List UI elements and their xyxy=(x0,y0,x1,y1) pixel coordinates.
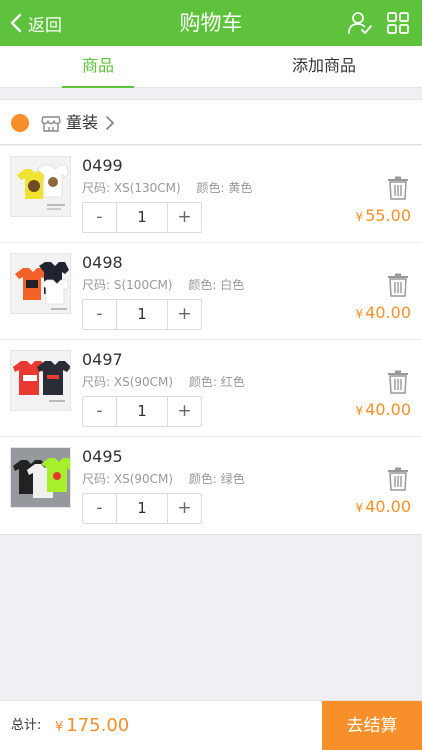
color-value: 白色 xyxy=(220,278,245,292)
currency-symbol: ¥ xyxy=(355,210,364,224)
back-label: 返回 xyxy=(28,15,62,36)
size-value: S(100CM) xyxy=(113,278,173,292)
item-price: ¥55.00 xyxy=(356,206,411,225)
size-label: 尺码: xyxy=(82,375,111,389)
total-amount: ¥175.00 xyxy=(55,701,129,750)
price-value: 40.00 xyxy=(365,303,411,322)
color-label: 颜色: xyxy=(196,181,225,195)
product-spec: 尺码: S(100CM) 颜色: 白色 xyxy=(82,276,244,293)
price-value: 40.00 xyxy=(365,400,411,419)
tab-products[interactable]: 商品 xyxy=(0,46,196,88)
decrease-quantity-button[interactable]: - xyxy=(83,300,116,329)
trash-icon[interactable] xyxy=(387,176,409,200)
increase-quantity-button[interactable]: + xyxy=(168,494,201,523)
back-button[interactable]: 返回 xyxy=(6,0,62,46)
product-sku: 0497 xyxy=(82,350,123,369)
product-sku: 0499 xyxy=(82,156,123,175)
item-price: ¥40.00 xyxy=(356,303,411,322)
decrease-quantity-button[interactable]: - xyxy=(83,494,116,523)
trash-icon[interactable] xyxy=(387,273,409,297)
chevron-left-icon xyxy=(6,13,26,33)
product-sku: 0495 xyxy=(82,447,123,466)
size-value: XS(90CM) xyxy=(113,472,174,486)
color-value: 黄色 xyxy=(228,181,253,195)
shop-select-radio[interactable] xyxy=(11,114,29,132)
size-value: XS(90CM) xyxy=(113,375,174,389)
user-check-icon[interactable] xyxy=(347,10,373,36)
size-value: XS(130CM) xyxy=(113,181,181,195)
checkout-button[interactable]: 去结算 xyxy=(322,701,422,750)
cart-item: 0498 尺码: S(100CM) 颜色: 白色 - 1 + ¥40.00 xyxy=(0,243,422,340)
trash-icon[interactable] xyxy=(387,467,409,491)
quantity-value[interactable]: 1 xyxy=(116,494,168,523)
currency-symbol: ¥ xyxy=(55,720,64,735)
increase-quantity-button[interactable]: + xyxy=(168,397,201,426)
trash-icon[interactable] xyxy=(387,370,409,394)
item-price: ¥40.00 xyxy=(356,497,411,516)
quantity-stepper: - 1 + xyxy=(82,202,202,233)
shop-row: 童装 xyxy=(0,99,422,145)
tab-products-label: 商品 xyxy=(81,56,114,75)
quantity-value[interactable]: 1 xyxy=(116,300,168,329)
color-label: 颜色: xyxy=(188,375,217,389)
increase-quantity-button[interactable]: + xyxy=(168,300,201,329)
total-label: 总计: xyxy=(11,718,42,733)
decrease-quantity-button[interactable]: - xyxy=(83,397,116,426)
color-label: 颜色: xyxy=(188,472,217,486)
product-thumbnail[interactable] xyxy=(10,156,71,217)
currency-symbol: ¥ xyxy=(355,307,364,321)
size-label: 尺码: xyxy=(82,181,111,195)
product-thumbnail[interactable] xyxy=(10,253,71,314)
increase-quantity-button[interactable]: + xyxy=(168,203,201,232)
cart-item: 0499 尺码: XS(130CM) 颜色: 黄色 - 1 + ¥55.00 xyxy=(0,146,422,243)
cart-item: 0495 尺码: XS(90CM) 颜色: 绿色 - 1 + ¥40.00 xyxy=(0,437,422,534)
tab-add-product-label: 添加商品 xyxy=(291,56,356,75)
total-value: 175.00 xyxy=(66,715,130,736)
quantity-stepper: - 1 + xyxy=(82,299,202,330)
app-header: 返回 购物车 xyxy=(0,0,422,46)
product-thumbnail[interactable] xyxy=(10,350,71,411)
store-icon xyxy=(40,112,62,134)
size-label: 尺码: xyxy=(82,472,111,486)
color-label: 颜色: xyxy=(188,278,217,292)
product-sku: 0498 xyxy=(82,253,123,272)
shop-name[interactable]: 童装 xyxy=(66,100,98,146)
item-price: ¥40.00 xyxy=(356,400,411,419)
chevron-right-icon[interactable] xyxy=(104,114,116,132)
currency-symbol: ¥ xyxy=(355,501,364,515)
product-spec: 尺码: XS(130CM) 颜色: 黄色 xyxy=(82,179,252,196)
price-value: 40.00 xyxy=(365,497,411,516)
tab-add-product[interactable]: 添加商品 xyxy=(226,46,422,88)
decrease-quantity-button[interactable]: - xyxy=(83,203,116,232)
quantity-value[interactable]: 1 xyxy=(116,397,168,426)
active-tab-indicator xyxy=(62,86,134,88)
color-value: 红色 xyxy=(220,375,245,389)
product-spec: 尺码: XS(90CM) 颜色: 绿色 xyxy=(82,470,245,487)
tab-bar: 商品 添加商品 xyxy=(0,46,422,88)
size-label: 尺码: xyxy=(82,278,111,292)
grid-icon[interactable] xyxy=(385,10,411,36)
product-thumbnail[interactable] xyxy=(10,447,71,508)
cart-item-list: 0499 尺码: XS(130CM) 颜色: 黄色 - 1 + ¥55.00 0… xyxy=(0,146,422,535)
price-value: 55.00 xyxy=(365,206,411,225)
quantity-stepper: - 1 + xyxy=(82,493,202,524)
cart-item: 0497 尺码: XS(90CM) 颜色: 红色 - 1 + ¥40.00 xyxy=(0,340,422,437)
color-value: 绿色 xyxy=(220,472,245,486)
quantity-value[interactable]: 1 xyxy=(116,203,168,232)
quantity-stepper: - 1 + xyxy=(82,396,202,427)
currency-symbol: ¥ xyxy=(355,404,364,418)
product-spec: 尺码: XS(90CM) 颜色: 红色 xyxy=(82,373,245,390)
checkout-bar: 总计: ¥175.00 去结算 xyxy=(0,700,422,750)
